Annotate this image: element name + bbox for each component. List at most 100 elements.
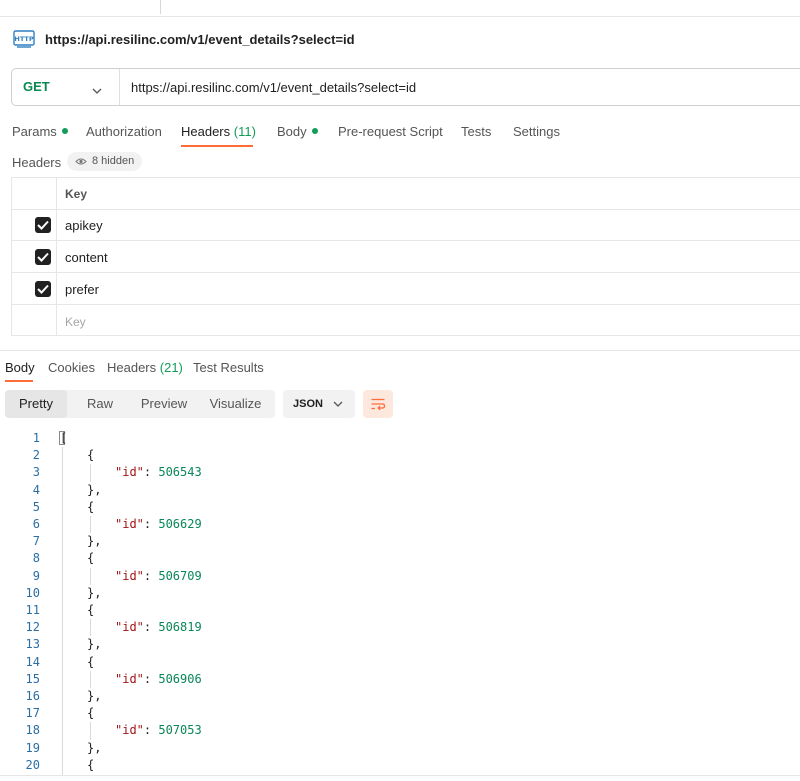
headers-table: Key apikey content prefer Key xyxy=(11,177,800,336)
code-text: }, xyxy=(87,740,102,755)
code-text: { xyxy=(87,757,95,772)
tab-response-headers[interactable]: Headers (21) xyxy=(107,360,183,375)
code-text: }, xyxy=(87,534,102,549)
tab-tests[interactable]: Tests xyxy=(461,124,491,139)
json-key: "id" xyxy=(115,620,144,635)
header-key[interactable]: prefer xyxy=(65,282,99,297)
tab-label: Settings xyxy=(513,124,560,139)
indent-guide xyxy=(90,722,91,740)
line-number: 7 xyxy=(32,534,40,549)
code-text: }, xyxy=(87,482,102,497)
code-line: 20 { xyxy=(0,757,800,774)
request-title[interactable]: https://api.resilinc.com/v1/event_detail… xyxy=(45,32,355,47)
json-value: 507053 xyxy=(158,723,202,738)
pane-divider[interactable] xyxy=(0,350,800,351)
code-line: 1[ xyxy=(0,430,800,447)
check-icon xyxy=(37,252,49,262)
table-row-new: Key xyxy=(12,305,800,337)
status-dot xyxy=(311,128,318,134)
code-line: 6 "id": 506629 xyxy=(0,516,800,534)
code-line: 3 "id": 506543 xyxy=(0,464,800,482)
tab-label: Authorization xyxy=(86,124,162,139)
indent-guide xyxy=(90,464,91,482)
tab-label: Params xyxy=(12,124,57,139)
tab-label: Pre-request Script xyxy=(338,124,443,139)
eye-icon xyxy=(75,158,87,165)
tab-headers[interactable]: Headers (11) xyxy=(181,124,256,139)
chevron-down-icon xyxy=(333,401,343,407)
chevron-down-icon[interactable] xyxy=(92,82,102,94)
http-icon: HTTP xyxy=(12,28,36,50)
code-line: 8{ xyxy=(0,550,800,567)
header-key[interactable]: content xyxy=(65,250,108,265)
code-line: 4}, xyxy=(0,482,800,499)
tab-pre-request-script[interactable]: Pre-request Script xyxy=(338,124,443,139)
header-checkbox[interactable] xyxy=(35,249,51,265)
hidden-headers-toggle[interactable]: 8 hidden xyxy=(67,152,143,171)
code-text: "id": 506819 xyxy=(115,619,202,636)
tab-label: Headers xyxy=(107,360,157,375)
format-select[interactable]: JSON xyxy=(283,390,355,418)
new-key-input[interactable]: Key xyxy=(65,315,86,329)
wrap-lines-icon xyxy=(371,398,386,411)
code-text: { xyxy=(87,448,95,463)
code-text: }, xyxy=(87,585,102,600)
url-input[interactable]: https://api.resilinc.com/v1/event_detail… xyxy=(131,80,416,95)
json-key: "id" xyxy=(115,465,144,480)
column-header-key: Key xyxy=(65,187,88,201)
code-line: 10}, xyxy=(0,585,800,602)
code-text: [ xyxy=(60,431,68,445)
tab-divider xyxy=(160,0,161,14)
view-pretty-button[interactable]: Pretty xyxy=(5,390,67,418)
json-colon: : xyxy=(143,723,159,738)
code-line: 12 "id": 506819 xyxy=(0,619,800,637)
tab-params[interactable]: Params xyxy=(12,124,68,139)
view-raw-button[interactable]: Raw xyxy=(67,390,133,418)
format-label: JSON xyxy=(293,398,323,410)
svg-text:HTTP: HTTP xyxy=(14,35,33,43)
code-line: 16}, xyxy=(0,688,800,705)
table-row: content xyxy=(12,241,800,273)
code-line: 11 { xyxy=(0,602,800,619)
code-line: 18 "id": 507053 xyxy=(0,722,800,740)
line-number: 10 xyxy=(25,585,40,600)
status-dot xyxy=(61,128,68,134)
tab-response-body[interactable]: Body xyxy=(5,360,35,375)
active-tab-indicator xyxy=(181,145,253,147)
line-number: 12 xyxy=(25,620,40,635)
line-number: 5 xyxy=(32,499,40,514)
code-line: 2{ xyxy=(0,447,800,464)
json-key: "id" xyxy=(115,517,144,531)
code-text: "id": 506543 xyxy=(115,464,202,481)
header-key[interactable]: apikey xyxy=(65,218,103,233)
code-text: { xyxy=(87,706,95,721)
view-visualize-button[interactable]: Visualize xyxy=(198,390,273,418)
header-checkbox[interactable] xyxy=(35,217,51,233)
json-key: "id" xyxy=(115,671,144,686)
code-text: { xyxy=(87,654,95,669)
tab-body[interactable]: Body xyxy=(277,124,318,139)
response-body-viewer[interactable]: 1[2{3 "id": 506543 4}, 5{6 "id": 506629 7}, 8{… xyxy=(0,430,800,775)
header-checkbox[interactable] xyxy=(35,281,51,297)
line-number: 6 xyxy=(32,517,40,531)
code-line: 15 "id": 506906 xyxy=(0,670,800,688)
tab-cookies[interactable]: Cookies xyxy=(48,360,95,375)
check-icon xyxy=(37,284,49,294)
json-value: 506629 xyxy=(158,517,202,531)
code-line: 17 { xyxy=(0,705,800,722)
tab-test-results[interactable]: Test Results xyxy=(193,360,264,375)
code-line: 5{ xyxy=(0,499,800,516)
json-colon: : xyxy=(143,620,159,635)
json-colon: : xyxy=(143,671,159,686)
method-select[interactable]: GET xyxy=(23,79,50,94)
line-number: 11 xyxy=(25,603,40,617)
wrap-lines-button[interactable] xyxy=(363,390,393,418)
tab-authorization[interactable]: Authorization xyxy=(86,124,162,139)
line-number: 8 xyxy=(32,551,40,566)
tab-settings[interactable]: Settings xyxy=(513,124,560,139)
view-preview-button[interactable]: Preview xyxy=(133,390,195,418)
check-icon xyxy=(37,220,49,230)
headers-section-label: Headers xyxy=(12,155,62,170)
tab-count: (11) xyxy=(233,124,256,139)
code-text: "id": 506709 xyxy=(115,568,202,585)
